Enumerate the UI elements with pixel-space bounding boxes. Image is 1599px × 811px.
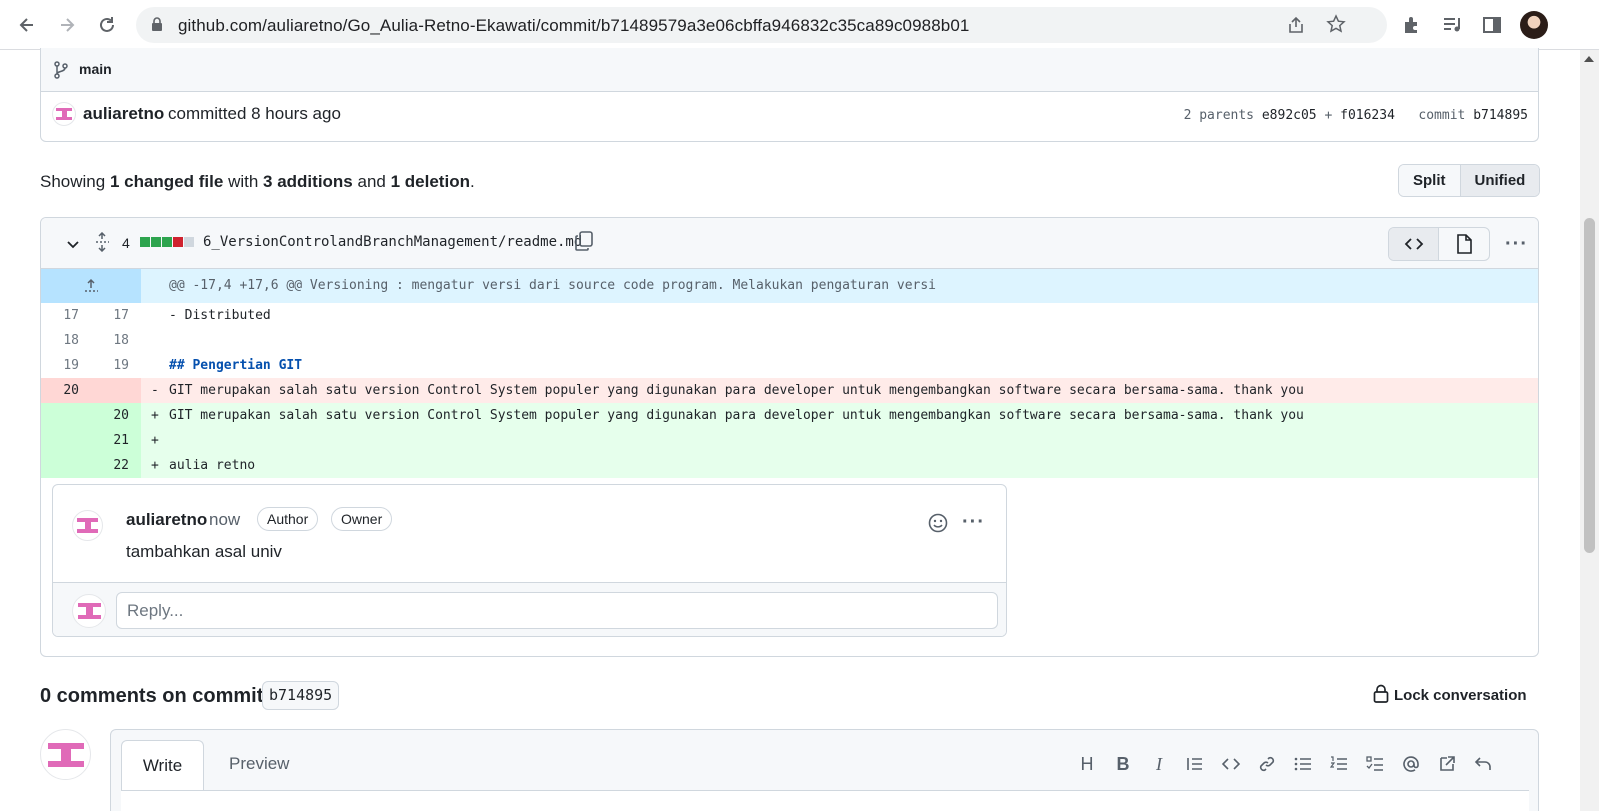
- tab-preview[interactable]: Preview: [229, 754, 289, 774]
- commit-sha: b714895: [1473, 108, 1528, 123]
- diffstat: [140, 237, 194, 247]
- diff-line-added: 21 +: [41, 428, 1538, 453]
- tab-write[interactable]: Write: [121, 740, 204, 790]
- browser-toolbar: github.com/auliaretno/Go_Aulia-Retno-Eka…: [0, 0, 1599, 50]
- scroll-up-icon[interactable]: [1584, 56, 1594, 62]
- side-panel-icon[interactable]: [1482, 15, 1502, 40]
- markdown-toolbar: H B I: [1069, 752, 1501, 776]
- expand-all-icon[interactable]: [94, 231, 110, 257]
- undo-icon[interactable]: [1465, 752, 1501, 776]
- reload-icon[interactable]: [94, 12, 120, 38]
- branch-icon: [54, 61, 68, 84]
- owner-badge: Owner: [331, 507, 393, 531]
- comment-body: tambahkan asal univ: [126, 542, 282, 561]
- diffstat-block: [151, 237, 161, 247]
- commit-time: committed 8 hours ago: [168, 104, 341, 123]
- code-icon[interactable]: [1213, 752, 1249, 776]
- avatar: [72, 594, 106, 628]
- change-count: 4: [122, 235, 130, 251]
- bold-icon[interactable]: B: [1105, 752, 1141, 776]
- commit-parents: 2 parents e892c05 + f016234 commit b7148…: [1183, 108, 1528, 123]
- comment-author[interactable]: auliaretno: [126, 510, 207, 530]
- hunk-header: @@ -17,4 +17,6 @@ Versioning : mengatur …: [41, 269, 1538, 303]
- emoji-reaction-icon[interactable]: [928, 513, 948, 538]
- comment-time[interactable]: now: [209, 510, 240, 530]
- link-icon[interactable]: [1249, 752, 1285, 776]
- branch-name[interactable]: main: [79, 61, 112, 77]
- quote-icon[interactable]: [1177, 752, 1213, 776]
- heading-icon[interactable]: H: [1069, 752, 1105, 776]
- inline-comment-thread: auliaretno now Author Owner ··· tambahka…: [52, 484, 1007, 637]
- author-badge: Author: [257, 507, 319, 531]
- diff-line: 17 17 - Distributed: [63, 308, 271, 323]
- address-bar[interactable]: github.com/auliaretno/Go_Aulia-Retno-Eka…: [136, 7, 1387, 43]
- file-view-toggle: [1388, 227, 1490, 261]
- changed-files-link[interactable]: 1 changed file: [110, 172, 223, 191]
- more-options-icon[interactable]: ···: [1505, 233, 1528, 256]
- forward-icon[interactable]: [54, 12, 80, 38]
- commit-author[interactable]: auliaretno: [83, 104, 164, 124]
- comment-menu-icon[interactable]: ···: [962, 511, 985, 534]
- scroll-thumb[interactable]: [1584, 218, 1595, 553]
- reply-input[interactable]: Reply...: [116, 592, 998, 629]
- page-scrollbar[interactable]: [1580, 50, 1599, 811]
- star-icon[interactable]: [1326, 14, 1346, 39]
- file-diff: 4 6_VersionControlandBranchManagement/re…: [40, 217, 1539, 657]
- reference-icon[interactable]: [1429, 752, 1465, 776]
- comment-editor: Write Preview H B I: [110, 729, 1539, 811]
- reply-row: Reply...: [53, 582, 1006, 636]
- diffstat-block: [140, 237, 150, 247]
- lock-icon: [151, 17, 163, 37]
- file-icon[interactable]: [1439, 228, 1489, 260]
- media-icon[interactable]: [1442, 15, 1464, 40]
- diff-line-added: 22 + aulia retno: [41, 453, 1538, 478]
- diffstat-block: [162, 237, 172, 247]
- parent-sha[interactable]: e892c05: [1262, 108, 1317, 123]
- diffstat-block: [184, 237, 194, 247]
- diff-summary: Showing 1 changed file with 3 additions …: [40, 172, 475, 191]
- diff-line: 18 18: [63, 333, 129, 348]
- italic-icon[interactable]: I: [1141, 752, 1177, 776]
- commit-header: main auliaretno committed 8 hours ago 2 …: [40, 48, 1539, 142]
- mention-icon[interactable]: [1393, 752, 1429, 776]
- file-header: 4 6_VersionControlandBranchManagement/re…: [41, 218, 1538, 269]
- avatar[interactable]: [52, 102, 76, 126]
- avatar[interactable]: [40, 729, 91, 780]
- url-text: github.com/auliaretno/Go_Aulia-Retno-Eka…: [178, 16, 970, 35]
- branch-row: main: [41, 48, 1538, 92]
- diff-line-added: 20 + GIT merupakan salah satu version Co…: [41, 403, 1538, 428]
- unordered-list-icon[interactable]: [1285, 752, 1321, 776]
- share-icon[interactable]: [1286, 15, 1306, 40]
- profile-avatar[interactable]: [1520, 11, 1548, 39]
- unified-button[interactable]: Unified: [1459, 165, 1540, 196]
- ordered-list-icon[interactable]: [1321, 752, 1357, 776]
- extensions-icon[interactable]: [1402, 15, 1422, 40]
- diff-line: 19 19 ## Pengertian GIT: [63, 358, 303, 373]
- split-button[interactable]: Split: [1399, 165, 1460, 196]
- code-icon[interactable]: [1389, 228, 1439, 260]
- task-list-icon[interactable]: [1357, 752, 1393, 776]
- expand-up-icon[interactable]: [41, 269, 141, 303]
- lock-conversation-button[interactable]: Lock conversation: [1394, 687, 1527, 704]
- diff-line-deleted: 20 - GIT merupakan salah satu version Co…: [41, 378, 1538, 403]
- file-path[interactable]: 6_VersionControlandBranchManagement/read…: [203, 234, 582, 250]
- comment-textarea[interactable]: [121, 790, 1529, 811]
- back-icon[interactable]: [14, 12, 40, 38]
- parent-sha[interactable]: f016234: [1340, 108, 1395, 123]
- lock-icon[interactable]: [1373, 684, 1389, 709]
- avatar[interactable]: [72, 510, 103, 541]
- hunk-text: @@ -17,4 +17,6 @@ Versioning : mengatur …: [169, 278, 937, 293]
- diff-view-toggle: Split Unified: [1398, 164, 1541, 197]
- comments-heading: 0 comments on commit: [40, 685, 264, 707]
- diffstat-block: [173, 237, 183, 247]
- chevron-down-icon[interactable]: [65, 236, 81, 257]
- commit-sha-badge: b714895: [262, 681, 340, 710]
- copy-icon[interactable]: [574, 230, 594, 257]
